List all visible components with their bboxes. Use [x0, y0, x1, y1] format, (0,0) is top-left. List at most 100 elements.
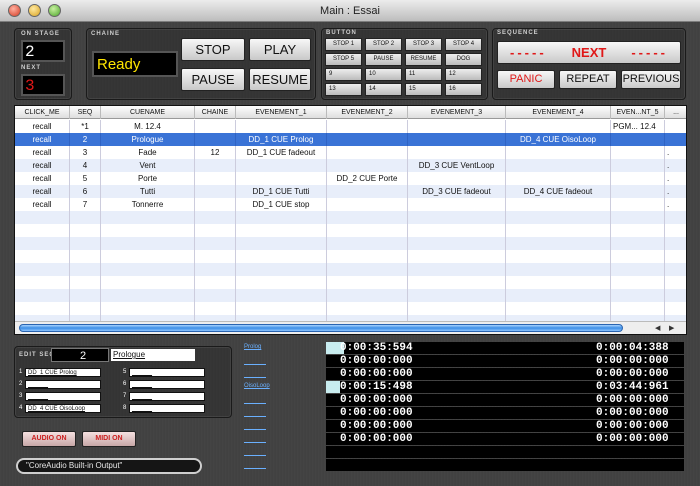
- table-row[interactable]: recall 3 Fade 12 DD_1 CUE fadeout.: [15, 146, 686, 159]
- empty-cell: [506, 276, 611, 289]
- cell-click-me[interactable]: recall: [15, 133, 70, 146]
- table-row[interactable]: recall 5 Porte DD_2 CUE Porte.: [15, 172, 686, 185]
- cell-cuename: Tonnerre: [101, 198, 195, 211]
- cell-chaine: 12: [195, 146, 236, 159]
- stop-button[interactable]: STOP: [181, 38, 245, 61]
- col-header-evenement-2[interactable]: EVENEMENT_2: [327, 106, 408, 119]
- col-header-evenement-3[interactable]: EVENEMENT_3: [408, 106, 506, 119]
- button-13[interactable]: 13: [325, 83, 362, 96]
- empty-cell: [408, 276, 506, 289]
- button-12[interactable]: 12: [445, 68, 482, 81]
- button-10[interactable]: 10: [365, 68, 402, 81]
- cell-evenement-2: [327, 198, 408, 211]
- play-button[interactable]: PLAY: [249, 38, 311, 61]
- cell-click-me[interactable]: recall: [15, 172, 70, 185]
- seq-number-field[interactable]: 2: [51, 348, 109, 362]
- timer-row: 0:00:15:498 0:03:44:961: [326, 381, 684, 393]
- empty-cell: [665, 263, 686, 276]
- cue-table[interactable]: CLICK_ME SEQ CUENAME CHAINE EVENEMENT_1 …: [14, 105, 687, 335]
- scrollbar-thumb[interactable]: [19, 324, 623, 332]
- button-14[interactable]: 14: [365, 83, 402, 96]
- timer-link[interactable]: [244, 455, 266, 456]
- slot-value-field[interactable]: ______: [129, 368, 205, 377]
- sequence-title: SEQUENCE: [497, 30, 539, 36]
- col-header-seq[interactable]: SEQ: [70, 106, 101, 119]
- button-stop-2[interactable]: STOP 2: [365, 38, 402, 51]
- empty-cell: [611, 263, 665, 276]
- cell-cuename: M. 12.4: [101, 120, 195, 133]
- minimize-window-icon[interactable]: [28, 4, 41, 17]
- timer-link[interactable]: [244, 468, 266, 469]
- timer-link[interactable]: [244, 442, 266, 443]
- empty-cell: [665, 302, 686, 315]
- col-header-more[interactable]: ...: [665, 106, 686, 119]
- cell-more: .: [665, 159, 686, 172]
- button-16[interactable]: 16: [445, 83, 482, 96]
- button-stop-4[interactable]: STOP 4: [445, 38, 482, 51]
- button-stop-1[interactable]: STOP 1: [325, 38, 362, 51]
- col-header-evenement-1[interactable]: EVENEMENT_1: [236, 106, 327, 119]
- cell-click-me[interactable]: recall: [15, 185, 70, 198]
- zoom-window-icon[interactable]: [48, 4, 61, 17]
- cell-cuename: Vent: [101, 159, 195, 172]
- slot-value-field[interactable]: DD_1 CUE Prolog: [25, 368, 101, 377]
- timer-link[interactable]: [244, 416, 266, 417]
- cell-click-me[interactable]: recall: [15, 198, 70, 211]
- window-titlebar[interactable]: Main : Essai: [0, 0, 700, 22]
- audio-on-button[interactable]: AUDIO ON: [22, 431, 76, 447]
- midi-on-button[interactable]: MIDI ON: [82, 431, 136, 447]
- horizontal-scrollbar[interactable]: ◀ ▶: [15, 321, 686, 334]
- cell-seq: 3: [70, 146, 101, 159]
- button-dog[interactable]: DOG: [445, 53, 482, 66]
- cell-click-me[interactable]: recall: [15, 146, 70, 159]
- slot-value-field[interactable]: ______: [129, 392, 205, 401]
- timer-link[interactable]: [244, 403, 266, 404]
- button-pause[interactable]: PAUSE: [365, 53, 402, 66]
- col-header-click-me[interactable]: CLICK_ME: [15, 106, 70, 119]
- timer-remaining: 0:03:44:961: [596, 381, 669, 393]
- next-button[interactable]: ----- NEXT -----: [497, 41, 681, 64]
- cell-click-me[interactable]: recall: [15, 120, 70, 133]
- slot-value-field[interactable]: ______: [129, 404, 205, 413]
- panic-button[interactable]: PANIC: [497, 70, 555, 89]
- button-stop-5[interactable]: STOP 5: [325, 53, 362, 66]
- slot-value-field[interactable]: ______: [129, 380, 205, 389]
- pause-button[interactable]: PAUSE: [181, 68, 245, 91]
- resume-button[interactable]: RESUME: [249, 68, 311, 91]
- button-stop-3[interactable]: STOP 3: [405, 38, 442, 51]
- cue-name-field[interactable]: Prologue: [111, 349, 195, 361]
- button-9[interactable]: 9: [325, 68, 362, 81]
- cell-click-me[interactable]: recall: [15, 159, 70, 172]
- timer-link[interactable]: OisoLoop: [244, 383, 270, 389]
- table-row[interactable]: recall 4 Vent DD_3 CUE VentLoop.: [15, 159, 686, 172]
- scroll-left-icon[interactable]: ◀: [655, 324, 660, 332]
- timer-link[interactable]: [244, 377, 266, 378]
- timer-link[interactable]: [244, 364, 266, 365]
- timer-link[interactable]: [244, 429, 266, 430]
- slot-value-field[interactable]: ______: [25, 380, 101, 389]
- cell-evenement-4: DD_4 CUE OisoLoop: [506, 133, 611, 146]
- audio-output-field[interactable]: "CoreAudio Built-in Output": [16, 458, 202, 474]
- table-row: [15, 211, 686, 224]
- col-header-evenement-5[interactable]: EVEN...NT_5: [611, 106, 665, 119]
- button-11[interactable]: 11: [405, 68, 442, 81]
- button-15[interactable]: 15: [405, 83, 442, 96]
- col-header-evenement-4[interactable]: EVENEMENT_4: [506, 106, 611, 119]
- slot-value-field[interactable]: ______: [25, 392, 101, 401]
- button-resume[interactable]: RESUME: [405, 53, 442, 66]
- col-header-chaine[interactable]: CHAINE: [195, 106, 236, 119]
- previous-button[interactable]: PREVIOUS: [621, 70, 681, 89]
- table-row[interactable]: recall 2 Prologue DD_1 CUE Prolog DD_4 CUE O…: [15, 133, 686, 146]
- close-window-icon[interactable]: [8, 4, 21, 17]
- col-header-cuename[interactable]: CUENAME: [101, 106, 195, 119]
- table-row[interactable]: recall 6 Tutti DD_1 CUE Tutti DD_3 CUE fadeo…: [15, 185, 686, 198]
- scroll-right-icon[interactable]: ▶: [669, 324, 674, 332]
- table-row[interactable]: recall *1 M. 12.4 PGM... 12.4: [15, 120, 686, 133]
- table-row[interactable]: recall 7 Tonnerre DD_1 CUE stop.: [15, 198, 686, 211]
- timer-link[interactable]: Prolog: [244, 344, 261, 350]
- slot-value-field[interactable]: DD_4 CUE OisoLoop: [25, 404, 101, 413]
- cell-chaine: [195, 159, 236, 172]
- timer-elapsed: 0:00:00:000: [340, 355, 413, 367]
- table-row: [15, 224, 686, 237]
- repeat-button[interactable]: REPEAT: [559, 70, 617, 89]
